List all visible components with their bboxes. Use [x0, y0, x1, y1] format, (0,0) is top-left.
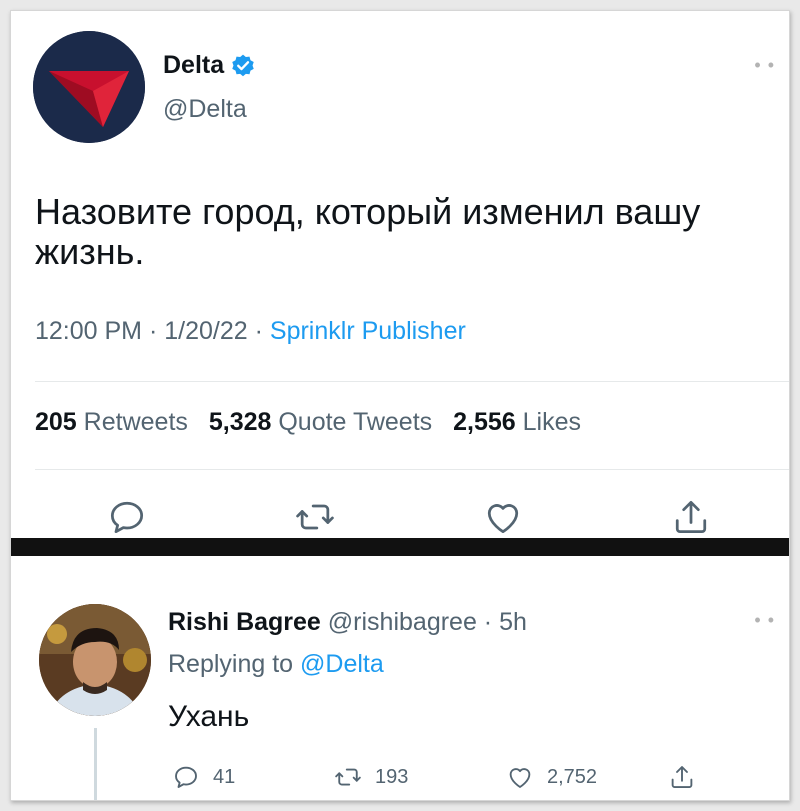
author-name[interactable]: Delta [163, 51, 224, 80]
verified-badge-icon [232, 54, 254, 76]
like-icon [509, 768, 531, 788]
retweet-button[interactable] [293, 495, 337, 539]
reply-retweet-button[interactable]: 193 [333, 762, 408, 792]
reply-replies-count: 41 [213, 765, 236, 788]
share-button[interactable] [669, 495, 713, 539]
user-photo-icon [39, 604, 151, 716]
tweet-action-bar [11, 495, 789, 541]
retweets-label: Retweets [83, 408, 188, 436]
tweet-source[interactable]: Sprinklr Publisher [270, 317, 466, 345]
like-icon [487, 504, 519, 534]
tweet-time[interactable]: 12:00 PM [35, 317, 142, 345]
tweet-stats: 205 Retweets 5,328 Quote Tweets 2,556 Li… [35, 408, 581, 437]
meta-separator: · [476, 608, 500, 636]
reply-action-bar: 41 193 2,752 [11, 762, 789, 798]
retweets-count: 205 [35, 408, 77, 436]
reply-share-button[interactable] [667, 762, 709, 792]
replying-mention[interactable]: @Delta [300, 650, 384, 678]
quotes-count: 5,328 [208, 408, 272, 436]
meta-separator: · [148, 317, 165, 345]
reply-header: Rishi Bagree @rishibagree · 5h [168, 608, 527, 637]
tweet-meta: 12:00 PM · 1/20/22 · Sprinklr Publisher [35, 317, 466, 346]
reply-likes-count: 2,752 [547, 765, 598, 788]
tweet-date[interactable]: 1/20/22 [164, 317, 247, 345]
reply-author-handle[interactable]: @rishibagree [328, 608, 477, 636]
black-separator-bar [11, 538, 789, 556]
main-tweet: Delta @Delta • • Назовите город, который… [11, 11, 789, 538]
reply-button[interactable] [105, 495, 149, 539]
reply-like-button[interactable]: 2,752 [505, 762, 597, 792]
divider [35, 469, 789, 470]
likes-count: 2,556 [453, 408, 516, 436]
quote-tweets-stat[interactable]: 5,328 Quote Tweets [209, 408, 432, 436]
retweets-stat[interactable]: 205 Retweets [35, 408, 188, 436]
reply-text: Ухань [168, 700, 250, 733]
retweet-icon [335, 768, 361, 786]
reply-time[interactable]: 5h [499, 608, 527, 636]
reply-icon [110, 501, 144, 534]
rishi-avatar[interactable] [39, 604, 151, 716]
reply-reply-button[interactable]: 41 [171, 762, 235, 792]
like-button[interactable] [481, 495, 525, 539]
screenshot-frame: Delta @Delta • • Назовите город, который… [10, 10, 790, 801]
reply-tweet: Rishi Bagree @rishibagree · 5h • • Reply… [11, 556, 789, 800]
reply-retweets-count: 193 [375, 765, 409, 788]
replying-to: Replying to @Delta [168, 650, 384, 679]
likes-label: Likes [522, 408, 581, 436]
likes-stat[interactable]: 2,556 Likes [453, 408, 581, 436]
quotes-label: Quote Tweets [278, 408, 433, 436]
share-icon [675, 500, 707, 534]
replying-prefix: Replying to [168, 650, 294, 678]
tweet-text: Назовите город, который изменил вашу жиз… [35, 191, 701, 272]
divider [35, 381, 789, 382]
reply-icon [175, 766, 197, 788]
share-icon [671, 766, 693, 788]
delta-logo-icon [33, 31, 145, 143]
retweet-icon [296, 504, 334, 530]
reply-author-name[interactable]: Rishi Bagree [168, 608, 321, 636]
more-options-icon[interactable]: • • [754, 55, 775, 76]
meta-separator: · [254, 317, 270, 345]
delta-avatar[interactable] [33, 31, 145, 143]
author-handle[interactable]: @Delta [163, 95, 247, 124]
author-name-row: Delta [163, 51, 256, 80]
reply-more-options-icon[interactable]: • • [754, 610, 775, 631]
